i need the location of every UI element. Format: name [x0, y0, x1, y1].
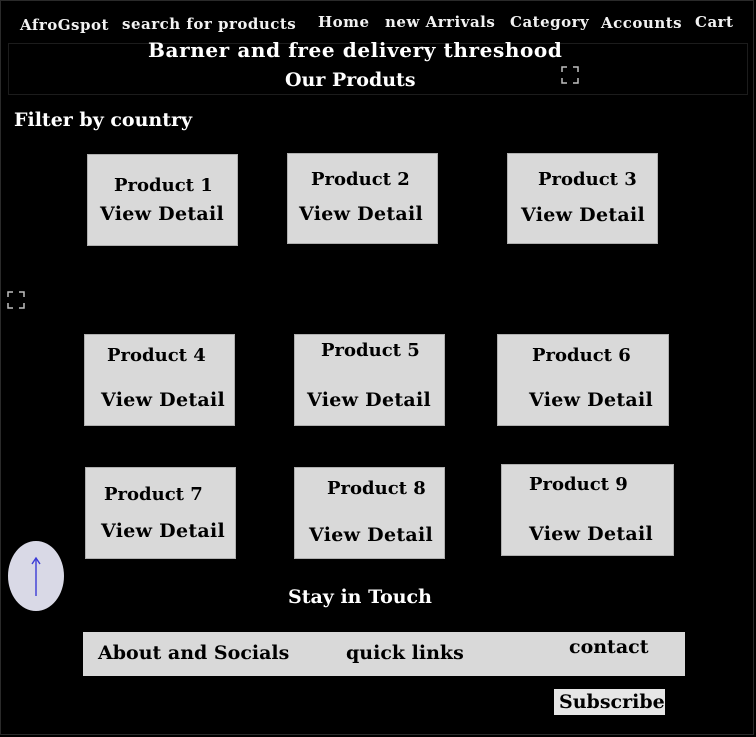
- product-title: Product 3: [538, 169, 637, 190]
- filter-by-country[interactable]: Filter by country: [14, 109, 192, 131]
- subscribe-button[interactable]: Subscribe: [554, 689, 665, 715]
- product-title: Product 2: [311, 169, 410, 190]
- view-detail-link[interactable]: View Detail: [309, 524, 433, 546]
- product-title: Product 9: [529, 474, 628, 495]
- view-detail-link[interactable]: View Detail: [529, 389, 653, 411]
- view-detail-link[interactable]: View Detail: [101, 389, 225, 411]
- view-detail-link[interactable]: View Detail: [100, 203, 224, 225]
- product-card[interactable]: Product 6 View Detail: [497, 334, 669, 426]
- search-input[interactable]: search for products: [122, 15, 296, 33]
- nav-link-new-arrivals[interactable]: new Arrivals: [385, 13, 495, 31]
- view-detail-link[interactable]: View Detail: [521, 204, 645, 226]
- stay-in-touch-heading: Stay in Touch: [288, 586, 432, 608]
- section-title: Our Produts: [285, 69, 416, 91]
- footer-quick-links[interactable]: quick links: [346, 642, 464, 664]
- product-card[interactable]: Product 9 View Detail: [501, 464, 674, 556]
- product-title: Product 1: [114, 175, 213, 196]
- footer-about-socials[interactable]: About and Socials: [98, 642, 289, 664]
- expand-icon[interactable]: [7, 291, 25, 309]
- expand-icon[interactable]: [561, 66, 579, 84]
- view-detail-link[interactable]: View Detail: [101, 520, 225, 542]
- view-detail-link[interactable]: View Detail: [529, 523, 653, 545]
- footer-contact[interactable]: contact: [569, 636, 649, 658]
- nav-link-accounts[interactable]: Accounts: [601, 14, 682, 32]
- view-detail-link[interactable]: View Detail: [299, 203, 423, 225]
- arrow-up-icon: [31, 556, 41, 596]
- brand-logo[interactable]: AfroGspot: [20, 16, 109, 34]
- product-title: Product 8: [327, 478, 426, 499]
- product-card[interactable]: Product 4 View Detail: [84, 334, 235, 426]
- product-card[interactable]: Product 1 View Detail: [87, 154, 238, 246]
- product-card[interactable]: Product 5 View Detail: [294, 334, 445, 426]
- banner-text: Barner and free delivery threshood: [148, 38, 563, 62]
- product-title: Product 7: [104, 484, 203, 505]
- scroll-up-button[interactable]: [8, 541, 64, 611]
- product-card[interactable]: Product 3 View Detail: [507, 153, 658, 244]
- product-card[interactable]: Product 7 View Detail: [85, 467, 236, 559]
- product-card[interactable]: Product 2 View Detail: [287, 153, 438, 244]
- product-card[interactable]: Product 8 View Detail: [294, 467, 445, 559]
- nav-link-category[interactable]: Category: [510, 13, 589, 31]
- view-detail-link[interactable]: View Detail: [307, 389, 431, 411]
- footer-bar: About and Socials quick links contact: [83, 632, 685, 676]
- nav-link-cart[interactable]: Cart: [695, 13, 734, 31]
- product-title: Product 6: [532, 345, 631, 366]
- nav-link-home[interactable]: Home: [318, 13, 370, 31]
- product-title: Product 5: [321, 340, 420, 361]
- product-title: Product 4: [107, 345, 206, 366]
- subscribe-label: Subscribe: [559, 691, 665, 713]
